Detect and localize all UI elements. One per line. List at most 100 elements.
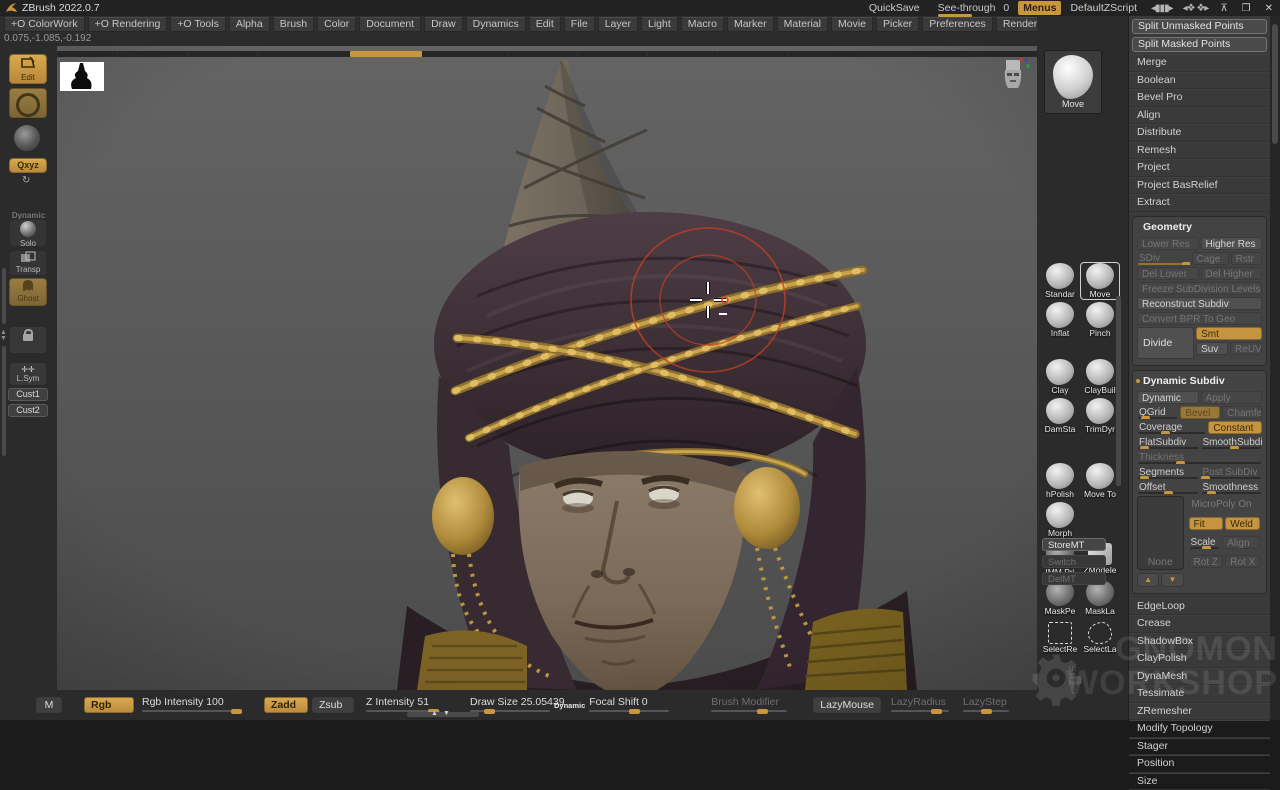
micropoly-preview[interactable]: None	[1137, 496, 1184, 570]
brush-inflat[interactable]: Inflat	[1041, 302, 1079, 338]
menu-brush[interactable]: Brush	[273, 17, 314, 32]
menu-color[interactable]: Color	[317, 17, 356, 32]
solo-button[interactable]: Solo	[9, 219, 47, 247]
panel-row-claypolish[interactable]: ClayPolish	[1129, 650, 1270, 668]
panel-row-tessimate[interactable]: Tessimate	[1129, 685, 1270, 703]
storemt-button[interactable]: StoreMT	[1042, 538, 1106, 551]
slider-flatsubdiv[interactable]: FlatSubdiv	[1137, 436, 1199, 449]
panel-row-project-basrelief[interactable]: Project BasRelief	[1129, 177, 1270, 195]
cell-dynamic[interactable]: Dynamic	[1137, 391, 1199, 404]
lazystep-slider[interactable]: LazyStep	[963, 696, 1009, 714]
restore-button[interactable]: ❐	[1242, 3, 1251, 14]
slider-qgrid[interactable]: QGrid	[1137, 406, 1178, 419]
slider-scale[interactable]: Scale	[1189, 536, 1221, 549]
panel-row-position[interactable]: Position	[1129, 755, 1270, 773]
menu--o-colorwork[interactable]: +O ColorWork	[4, 17, 85, 32]
menu-alpha[interactable]: Alpha	[229, 17, 270, 32]
split-masked-points-button[interactable]: Split Masked Points	[1132, 37, 1267, 52]
brush-clay[interactable]: Clay	[1041, 359, 1079, 395]
cell-cage[interactable]: Cage	[1192, 252, 1229, 265]
divider-bars-icon[interactable]: ◂▮▮▮▸	[1151, 3, 1173, 14]
slider-coverage[interactable]: Coverage	[1137, 421, 1206, 434]
cell-weld[interactable]: Weld	[1225, 517, 1260, 530]
mrgb-button[interactable]: M	[36, 697, 62, 713]
cell-del-lower[interactable]: Del Lower	[1137, 267, 1199, 280]
lazymouse-button[interactable]: LazyMouse	[813, 697, 881, 713]
ghost-button[interactable]: Ghost	[9, 278, 47, 306]
panel-row-bevel-pro[interactable]: Bevel Pro	[1129, 89, 1270, 107]
cell-rot-x[interactable]: Rot X	[1225, 555, 1260, 568]
local-symmetry-button[interactable]: ✛✛ L.Sym	[9, 362, 47, 386]
cell-rstr[interactable]: Rstr	[1231, 252, 1262, 265]
smt-toggle[interactable]: Smt	[1196, 327, 1262, 340]
lazyradius-slider[interactable]: LazyRadius	[891, 696, 949, 714]
edit-mode-button[interactable]: Edit	[9, 54, 47, 84]
axis-gizmo-icon[interactable]: ◄● ▼	[1016, 56, 1032, 70]
panel-row-extract[interactable]: Extract	[1129, 194, 1270, 212]
slider-segments[interactable]: Segments	[1137, 466, 1199, 479]
panel-scrollbar[interactable]	[1270, 16, 1280, 720]
brush-modifier-slider[interactable]: Brush Modifier	[711, 696, 787, 714]
slider-smoothsubdiv[interactable]: SmoothSubdiv	[1201, 436, 1263, 449]
config-gears-icon[interactable]: ◂❖ ❖▸	[1183, 3, 1209, 14]
mini-up-arrow[interactable]: ▲	[431, 709, 438, 719]
zadd-button[interactable]: Zadd	[264, 697, 308, 713]
slider-post-subdiv[interactable]: Post SubDiv	[1201, 466, 1263, 479]
left-scroll-arrows[interactable]: ▲▼	[0, 330, 7, 342]
see-through-handle[interactable]	[938, 14, 972, 17]
menu-layer[interactable]: Layer	[598, 17, 638, 32]
canvas-top-scrollbar[interactable]	[57, 51, 1037, 57]
canvas-scroll-handle[interactable]	[350, 51, 422, 57]
panel-row-modify-topology[interactable]: Modify Topology	[1129, 720, 1270, 738]
slider-thickness[interactable]: Thickness	[1137, 451, 1262, 464]
qxyz-button[interactable]: Qxyz	[9, 158, 47, 173]
draw-size-mini-scrollbar[interactable]: ▲ ▼	[407, 712, 479, 717]
cell-higher-res[interactable]: Higher Res	[1201, 237, 1263, 250]
brush-claybuil[interactable]: ClayBuil	[1081, 359, 1119, 395]
cell-convert-bpr-to-geo[interactable]: Convert BPR To Geo	[1137, 312, 1262, 325]
see-through-slider[interactable]: See-through 0	[938, 2, 1010, 14]
sculpt-viewport[interactable]	[57, 46, 1037, 690]
panel-row-boolean[interactable]: Boolean	[1129, 72, 1270, 90]
slider-smoothness[interactable]: Smoothness	[1201, 481, 1263, 494]
menu-preferences[interactable]: Preferences	[922, 17, 993, 32]
cell-fit[interactable]: Fit	[1189, 517, 1224, 530]
cell-bevel[interactable]: Bevel	[1180, 406, 1220, 419]
panel-row-merge[interactable]: Merge	[1129, 54, 1270, 72]
brush-pinch[interactable]: Pinch	[1081, 302, 1119, 338]
dynamic-subdiv-header[interactable]: Dynamic Subdiv	[1135, 373, 1264, 389]
cell-reconstruct-subdiv[interactable]: Reconstruct Subdiv	[1137, 297, 1262, 310]
focal-shift-slider[interactable]: Focal Shift 0	[589, 696, 669, 714]
panel-row-remesh[interactable]: Remesh	[1129, 142, 1270, 160]
geometry-header[interactable]: Geometry	[1135, 219, 1264, 235]
mini-down-arrow[interactable]: ▼	[443, 709, 450, 719]
panel-row-crease[interactable]: Crease	[1129, 615, 1270, 633]
brush-damsta[interactable]: DamSta	[1041, 398, 1079, 434]
cell-lower-res[interactable]: Lower Res	[1137, 237, 1199, 250]
rgb-intensity-slider[interactable]: Rgb Intensity 100	[142, 696, 242, 714]
brush-hpolish[interactable]: hPolish	[1041, 463, 1079, 499]
gyro-button[interactable]	[9, 122, 45, 150]
panel-row-distribute[interactable]: Distribute	[1129, 124, 1270, 142]
transp-button[interactable]: Transp	[9, 250, 47, 276]
brush-shelf-scrollbar[interactable]	[1116, 296, 1121, 486]
suv-toggle[interactable]: Suv	[1196, 342, 1228, 355]
draw-size-slider[interactable]: Draw Size 25.05439	[470, 696, 550, 714]
cust1-button[interactable]: Cust1	[8, 388, 48, 401]
brush-selectla[interactable]: SelectLa	[1081, 619, 1119, 654]
cell-chamfer[interactable]: Chamfer	[1222, 406, 1262, 419]
switch-button[interactable]: Switch	[1042, 555, 1106, 568]
brush-standar[interactable]: Standar	[1041, 263, 1079, 299]
menu-picker[interactable]: Picker	[876, 17, 919, 32]
cell-freeze-subdivision-levels[interactable]: Freeze SubDivision Levels	[1137, 282, 1262, 295]
menu-marker[interactable]: Marker	[727, 17, 774, 32]
cust2-button[interactable]: Cust2	[8, 404, 48, 417]
panel-row-align[interactable]: Align	[1129, 107, 1270, 125]
rgb-button[interactable]: Rgb	[84, 697, 134, 713]
brush-move-to[interactable]: Move To	[1081, 463, 1119, 499]
cell-constant[interactable]: Constant	[1208, 421, 1262, 434]
menu-dynamics[interactable]: Dynamics	[466, 17, 526, 32]
panel-row-shadowbox[interactable]: ShadowBox	[1129, 633, 1270, 651]
brush-morph[interactable]: Morph	[1041, 502, 1079, 538]
split-unmasked-points-button[interactable]: Split Unmasked Points	[1132, 19, 1267, 34]
